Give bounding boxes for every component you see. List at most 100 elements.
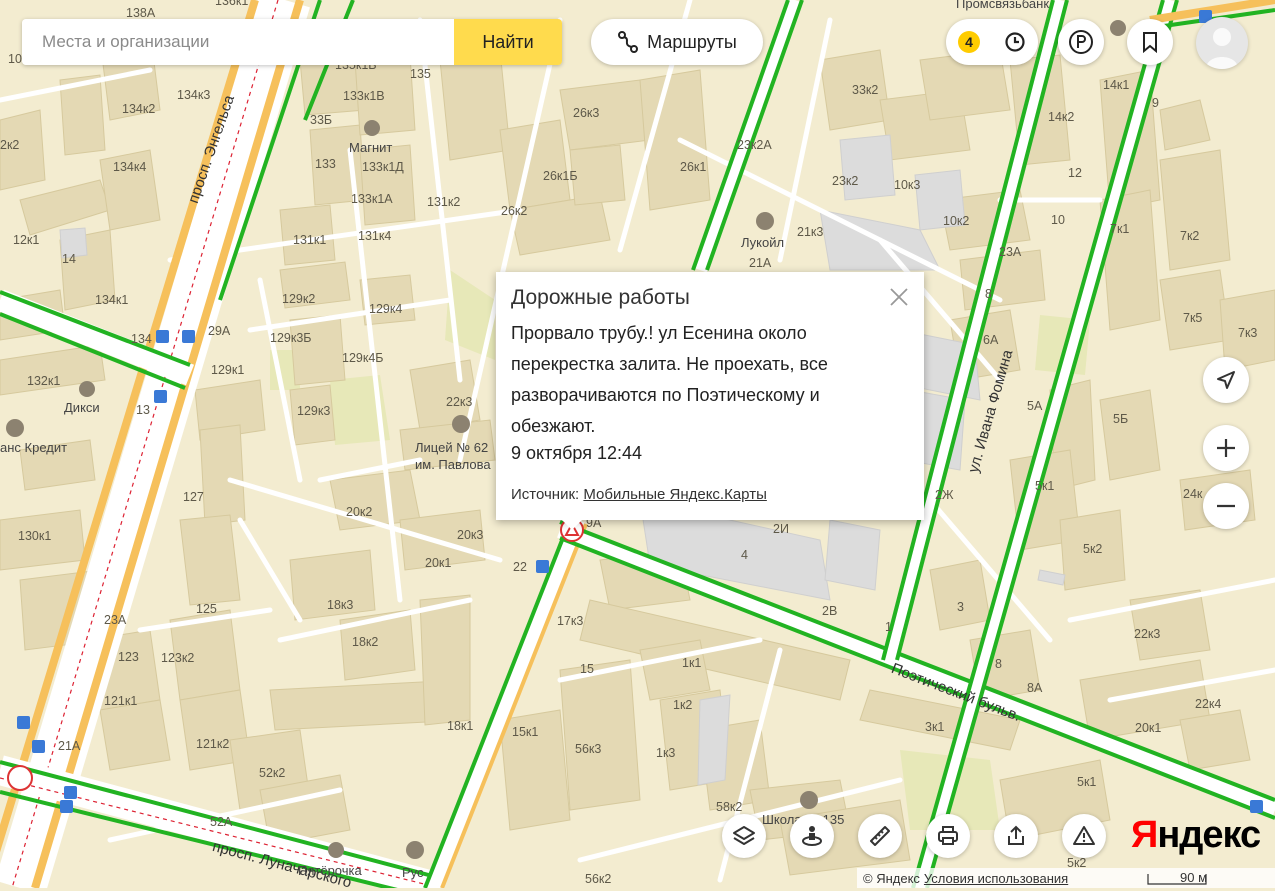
route-icon (618, 31, 639, 53)
house-number: 5А (1027, 399, 1043, 413)
source-label: Источник: (511, 486, 580, 503)
house-number: 2И (773, 522, 789, 536)
house-number: 23к2А (737, 138, 772, 152)
locate-me-button[interactable] (1203, 357, 1249, 403)
routes-label: Маршруты (647, 31, 737, 52)
house-number: 33Б (310, 113, 333, 127)
search-input[interactable] (22, 19, 454, 65)
road-works-popup: Дорожные работы Прорвало трубу.! ул Есен… (496, 272, 924, 530)
popup-date: 9 октября 12:44 (511, 443, 643, 463)
layers-button[interactable] (722, 814, 766, 858)
house-number: 134к2 (122, 102, 156, 116)
report-button[interactable] (1062, 814, 1106, 858)
house-number: 2Ж (935, 488, 954, 502)
terms-link[interactable]: Условия использования (924, 871, 1068, 886)
user-avatar[interactable] (1196, 17, 1248, 69)
house-number: 135 (410, 67, 431, 81)
poi-label-credit: анс Кредит (0, 440, 68, 455)
location-arrow-icon (1217, 371, 1235, 389)
poi-label-diksi: Дикси (64, 400, 100, 415)
house-number: 131к4 (358, 229, 392, 243)
house-number: 26к3 (573, 106, 600, 120)
printer-icon (938, 826, 958, 845)
house-number: 134к1 (95, 293, 129, 307)
poi-label-pyaterochka: Пятёрочка (298, 863, 362, 878)
panorama-button[interactable] (790, 814, 834, 858)
poi-label-pavlova: им. Павлова (415, 457, 491, 472)
house-number: 123к2 (161, 651, 195, 665)
house-number: 129к1 (211, 363, 245, 377)
house-number: 4 (741, 548, 748, 562)
zoom-out-button[interactable] (1203, 483, 1249, 529)
house-number: 129к4Б (342, 351, 384, 365)
history-button[interactable] (992, 19, 1038, 65)
house-number: 22к3 (446, 395, 473, 409)
house-number: 26к2 (501, 204, 528, 218)
house-number: 14 (62, 252, 76, 266)
popup-source: Источник: Мобильные Яндекс.Карты (511, 486, 767, 503)
house-number: 1к1 (682, 656, 702, 670)
house-number: 10 (1051, 213, 1065, 227)
house-number: 5к1 (1035, 479, 1055, 493)
house-number: 10к3 (894, 178, 921, 192)
house-number: 21А (749, 256, 772, 270)
ruler-button[interactable] (858, 814, 902, 858)
parking-button[interactable] (1058, 19, 1104, 65)
house-number: 125 (196, 602, 217, 616)
close-button[interactable] (888, 286, 910, 308)
house-number: 5Б (1113, 412, 1129, 426)
house-number: 23А (104, 613, 127, 627)
house-number: 1к2 (673, 698, 693, 712)
house-number: 123 (118, 650, 139, 664)
house-number: 136к1 (215, 0, 249, 8)
house-number: 26к1 (680, 160, 707, 174)
share-button[interactable] (994, 814, 1038, 858)
routes-button[interactable]: Маршруты (591, 19, 763, 65)
traffic-button[interactable]: 4 (946, 19, 992, 65)
house-number: 29А (208, 324, 231, 338)
house-number: 133к1В (343, 89, 385, 103)
house-number: 7к1 (1110, 222, 1130, 236)
search-button[interactable]: Найти (454, 19, 562, 65)
house-number: 12 (1068, 166, 1082, 180)
house-number: 17к3 (557, 614, 584, 628)
house-number: 134 (131, 332, 152, 346)
plus-icon (1217, 439, 1235, 457)
house-number: 15к1 (512, 725, 539, 739)
search-bar: Найти (22, 19, 562, 65)
house-number: 7к3 (1238, 326, 1258, 340)
scale-label: 90 м (1180, 870, 1208, 885)
house-number: 8 (985, 287, 992, 301)
house-number: 6А (983, 333, 999, 347)
house-number: 131к1 (293, 233, 327, 247)
house-number: 14к1 (1103, 78, 1130, 92)
print-button[interactable] (926, 814, 970, 858)
bookmarks-button[interactable] (1127, 19, 1173, 65)
clock-icon (1005, 32, 1025, 52)
warning-icon (1073, 826, 1095, 845)
house-number: 20к1 (1135, 721, 1162, 735)
house-number: 133 (315, 157, 336, 171)
zoom-in-button[interactable] (1203, 425, 1249, 471)
house-number: 15 (580, 662, 594, 676)
house-number: 14к2 (1048, 110, 1075, 124)
close-icon (890, 288, 908, 306)
house-number: 33к2 (852, 83, 879, 97)
house-number: 1 (885, 620, 892, 634)
popup-title: Дорожные работы (511, 286, 690, 309)
house-number: 130к1 (18, 529, 52, 543)
house-number: 20к2 (346, 505, 373, 519)
yandex-logo[interactable]: Яндекс (1131, 814, 1261, 857)
source-link[interactable]: Мобильные Яндекс.Карты (583, 486, 766, 503)
share-icon (1008, 825, 1024, 845)
house-number: 10к2 (943, 214, 970, 228)
house-number: 8 (995, 657, 1002, 671)
house-number: 21А (58, 739, 81, 753)
house-number: 18к3 (327, 598, 354, 612)
bookmark-icon (1143, 32, 1157, 53)
house-number: 5к1 (1077, 775, 1097, 789)
house-number: 129к3 (297, 404, 331, 418)
house-number: 1к3 (656, 746, 676, 760)
incident-marker[interactable] (7, 765, 33, 791)
house-number: 134к4 (113, 160, 147, 174)
